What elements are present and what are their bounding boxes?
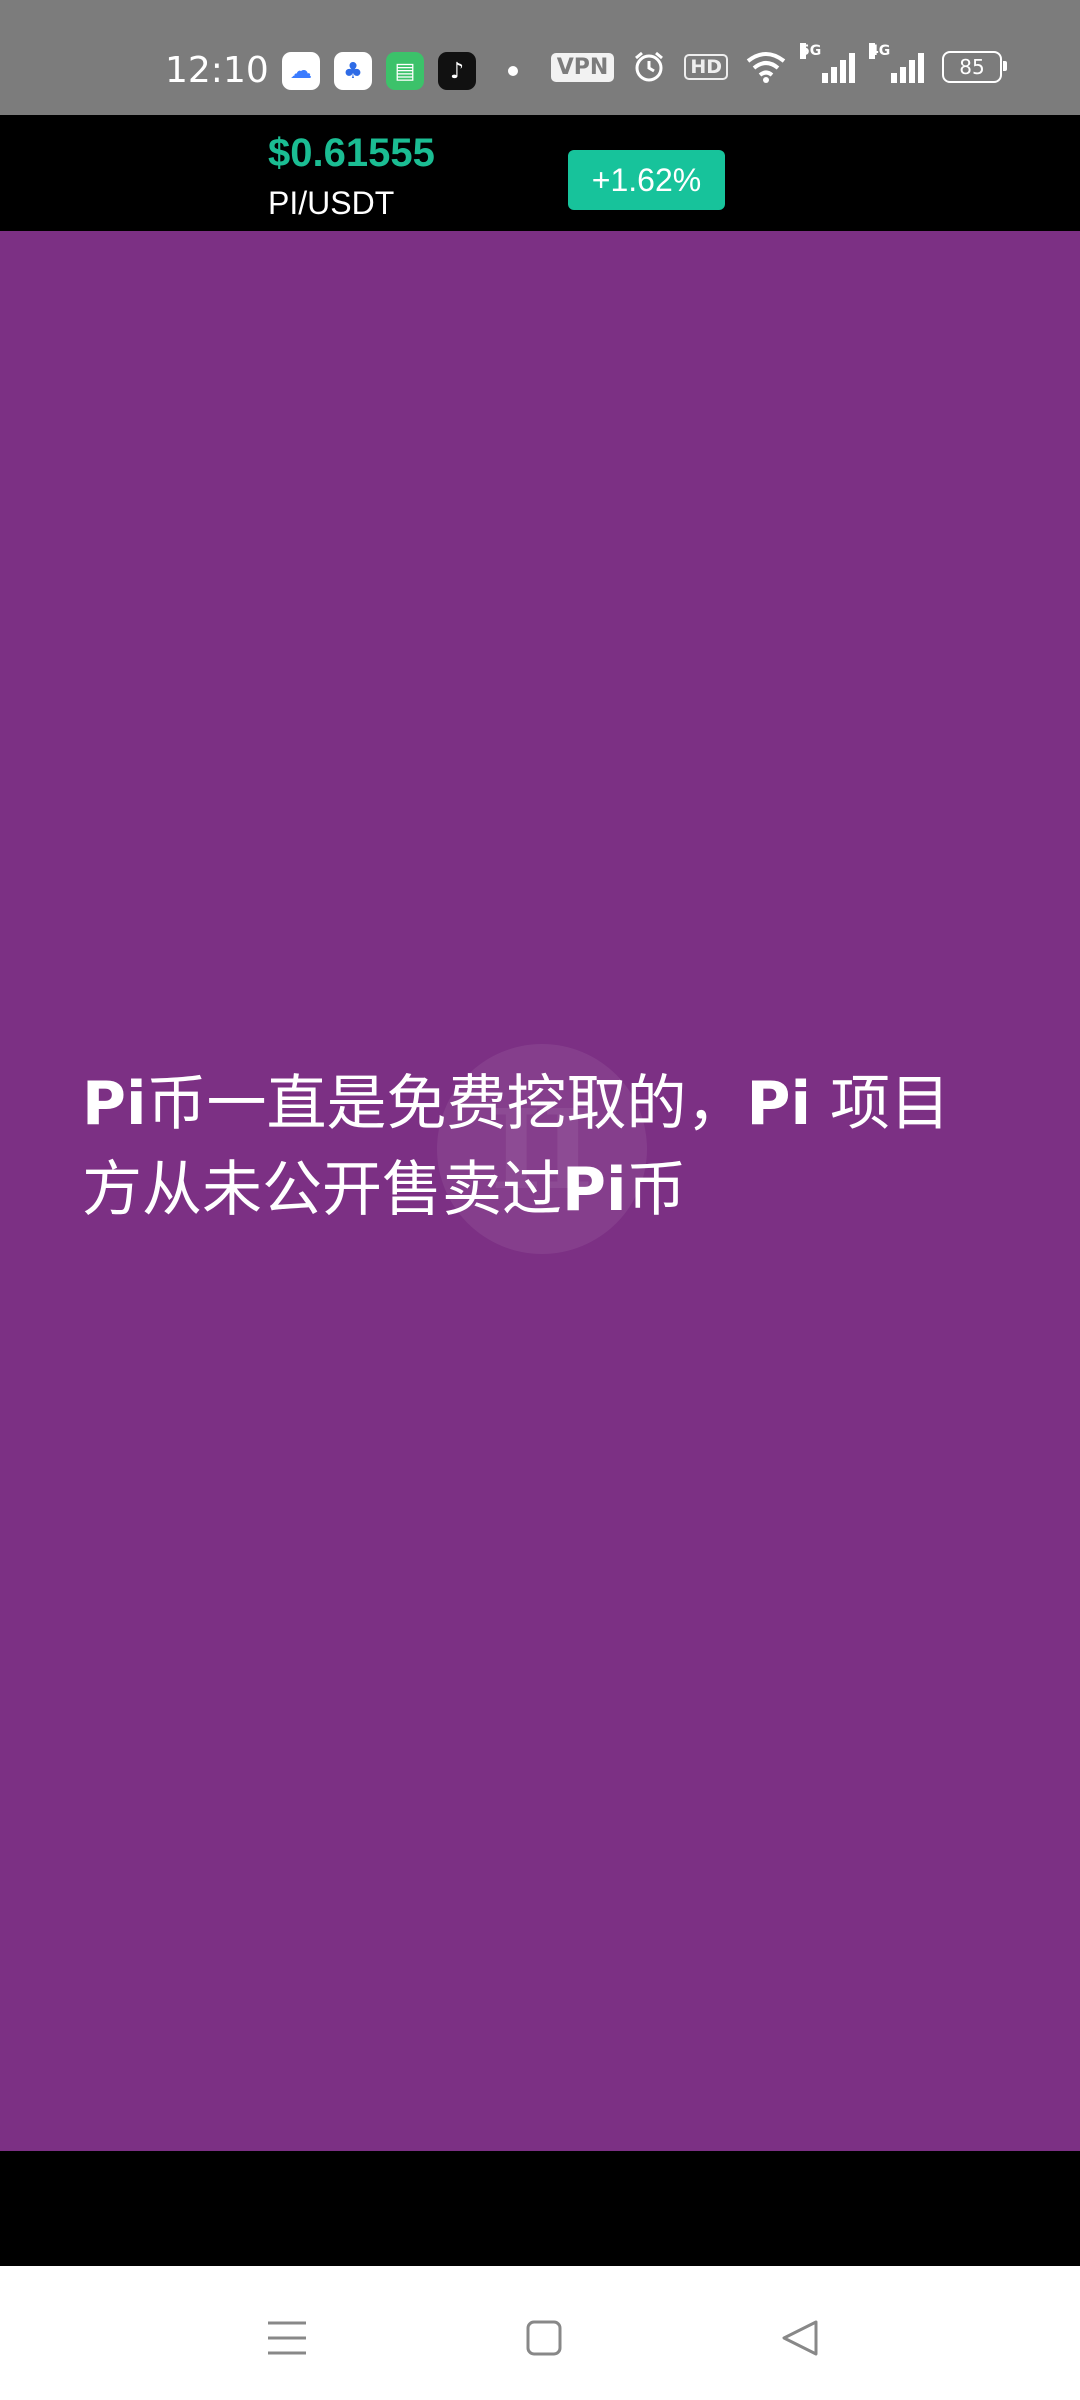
- alarm-icon: [635, 51, 664, 82]
- back-icon: [782, 2320, 818, 2356]
- video-content[interactable]: II Pi币一直是免费挖取的，Pi 项目 方从未公开售卖过Pi币: [0, 231, 1080, 2151]
- home-icon: [526, 2320, 562, 2356]
- baidu-icon: ♣: [334, 52, 372, 90]
- cloud-app-icon: ☁: [282, 52, 320, 90]
- video-bottom-bar: [0, 2151, 1080, 2266]
- hd-voice-icon: HD: [684, 54, 728, 80]
- signal-4g-icon: 4G: [869, 43, 924, 83]
- price-value: $0.61555: [268, 131, 435, 175]
- trading-pair: PI/USDT: [268, 185, 395, 221]
- caption-line-1: Pi币一直是免费挖取的，Pi 项目: [82, 1069, 951, 1139]
- messages-icon: ▤: [386, 52, 424, 90]
- status-bar: 12:10 ☁ ♣ ▤ ♪ VPN HD 5G 4G 85: [0, 0, 1080, 115]
- notification-dot-icon: [508, 66, 518, 76]
- caption-line-2: 方从未公开售卖过Pi币: [82, 1155, 687, 1225]
- wifi-icon: [746, 52, 786, 83]
- price-change-badge: +1.62%: [568, 150, 725, 210]
- menu-button[interactable]: [257, 2308, 317, 2368]
- status-app-icons: ☁ ♣ ▤ ♪: [282, 52, 518, 90]
- status-indicators: VPN HD 5G 4G 85: [550, 43, 1007, 84]
- status-time: 12:10: [165, 50, 269, 91]
- back-button[interactable]: [770, 2308, 830, 2368]
- video-caption: Pi币一直是免费挖取的，Pi 项目 方从未公开售卖过Pi币: [82, 1061, 1022, 1233]
- signal-5g-icon: 5G: [800, 43, 855, 83]
- vpn-icon: VPN: [550, 52, 615, 82]
- menu-icon: [268, 2321, 306, 2355]
- ticker-bar: $0.61555 PI/USDT +1.62%: [0, 115, 1080, 255]
- home-button[interactable]: [514, 2308, 574, 2368]
- battery-icon: 85: [942, 51, 1007, 83]
- tiktok-icon: ♪: [438, 52, 476, 90]
- navigation-bar: [0, 2266, 1080, 2400]
